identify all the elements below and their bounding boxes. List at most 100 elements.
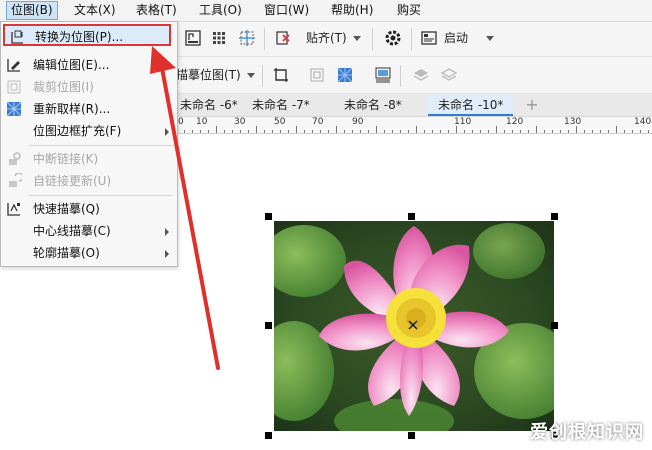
selection-handle[interactable] <box>408 432 415 439</box>
ruler-tick <box>592 130 593 133</box>
ruler-tick <box>360 130 361 133</box>
ruler-tick <box>600 130 601 133</box>
menu-item-label: 编辑位图(E)... <box>33 58 110 72</box>
ruler-tick <box>408 130 409 133</box>
resample-icon[interactable] <box>306 64 328 86</box>
menu-help[interactable]: 帮助(H) <box>327 2 377 19</box>
menu-item-label: 重新取样(R)... <box>33 102 111 116</box>
quick-trace-icon <box>6 201 22 217</box>
ruler-tick <box>288 130 289 133</box>
ruler-label: 130 <box>564 117 582 127</box>
ruler-tick <box>512 130 513 133</box>
ruler-tick <box>576 126 577 133</box>
ruler-tick <box>536 126 537 133</box>
snap-to-label: 贴齐(T) <box>306 31 347 45</box>
watermark-text: 爱创根知识网 <box>530 422 644 443</box>
selection-handle[interactable] <box>551 213 558 220</box>
ruler-label: 50 <box>274 117 286 127</box>
menubar: 位图(B) 文本(X) 表格(T) 工具(O) 窗口(W) 帮助(H) 购买 <box>0 0 652 22</box>
menu-table[interactable]: 表格(T) <box>132 2 181 19</box>
selection-handle[interactable] <box>551 322 558 329</box>
break-link-icon <box>6 151 22 167</box>
menu-bitmap[interactable]: 位图(B) <box>6 1 58 20</box>
launch-dropdown[interactable]: 启动 <box>444 27 495 49</box>
ruler-tick <box>640 130 641 133</box>
ruler-tick <box>336 126 337 133</box>
selection-handle[interactable] <box>408 213 415 220</box>
ruler-tick <box>624 130 625 133</box>
menu-item-label: 裁剪位图(I) <box>33 80 94 94</box>
ruler-tick <box>352 130 353 133</box>
selection-handle[interactable] <box>265 322 272 329</box>
menu-item-label: 转换为位图(P)... <box>35 30 124 44</box>
red-annotation-arrow <box>150 46 220 370</box>
bitmap-pattern-icon[interactable] <box>334 64 356 86</box>
ruler-tick <box>328 130 329 133</box>
menu-window[interactable]: 窗口(W) <box>260 2 313 19</box>
menu-buy[interactable]: 购买 <box>393 2 425 19</box>
snap-off-icon[interactable] <box>272 27 294 49</box>
toolbar-separator <box>400 65 401 87</box>
menu-tools[interactable]: 工具(O) <box>195 2 246 19</box>
ruler-tick <box>456 126 457 133</box>
toolbar-separator <box>411 28 412 50</box>
crop-bitmap-icon[interactable] <box>270 64 292 86</box>
ruler-tick <box>488 130 489 133</box>
menu-item-label: 自链接更新(U) <box>33 174 112 188</box>
ruler-tick <box>400 130 401 133</box>
lotus-photo[interactable] <box>274 221 554 431</box>
ruler-tick <box>616 126 617 133</box>
layers-icon[interactable] <box>410 64 432 86</box>
ruler-tick <box>448 130 449 133</box>
tab-document-8[interactable]: 未命名 -8* <box>340 94 406 116</box>
ruler-tick <box>272 130 273 133</box>
ruler-tick <box>264 130 265 133</box>
selection-handle[interactable] <box>265 432 272 439</box>
ruler-tick <box>632 130 633 133</box>
ruler-tick <box>256 126 257 133</box>
ruler-tick <box>648 130 649 133</box>
add-tab-icon[interactable]: + <box>524 97 540 113</box>
tab-document-7[interactable]: 未命名 -7* <box>248 94 314 116</box>
convert-bitmap-icon <box>10 29 26 45</box>
crop-icon <box>6 79 22 95</box>
ruler-tick <box>384 130 385 133</box>
ruler-tick <box>392 130 393 133</box>
ruler-tick <box>376 126 377 133</box>
snap-to-dropdown[interactable]: 贴齐(T) <box>306 27 361 49</box>
menu-item-label: 中心线描摹(C) <box>33 224 111 238</box>
ruler-tick <box>504 130 505 133</box>
ruler-tick <box>416 126 417 133</box>
ruler-tick <box>312 130 313 133</box>
launch-app-icon[interactable] <box>418 27 440 49</box>
ruler-tick <box>344 130 345 133</box>
edit-bitmap-icon <box>6 57 22 73</box>
ruler-tick <box>496 126 497 133</box>
options-gear-icon[interactable] <box>382 27 404 49</box>
horizontal-ruler[interactable]: 0 10 30 50 70 90 110 120 130 140 <box>176 117 652 134</box>
ruler-label: 140 <box>634 117 652 127</box>
selection-handle[interactable] <box>265 213 272 220</box>
layers-outline-icon[interactable] <box>438 64 460 86</box>
resample-bitmap-icon <box>6 101 22 117</box>
ruler-tick <box>368 130 369 133</box>
ruler-tick <box>584 130 585 133</box>
menu-item-label: 位图边框扩充(F) <box>33 124 122 138</box>
menu-item-label: 快速描摹(Q) <box>33 202 100 216</box>
ruler-label: 90 <box>352 117 364 127</box>
menu-item-label: 中断链接(K) <box>33 152 99 166</box>
ruler-tick <box>552 130 553 133</box>
ruler-tick <box>320 130 321 133</box>
toolbar-separator <box>372 28 373 50</box>
update-link-icon <box>6 172 24 189</box>
ruler-tick <box>280 130 281 133</box>
ruler-label: 70 <box>312 117 324 127</box>
bitmap-mask-icon[interactable] <box>372 64 394 86</box>
ruler-tick <box>560 130 561 133</box>
menu-text[interactable]: 文本(X) <box>70 2 120 19</box>
ruler-tick <box>568 130 569 133</box>
tab-document-10[interactable]: 未命名 -10* <box>428 94 514 116</box>
menu-item-label: 轮廓描摹(O) <box>33 246 100 260</box>
ruler-tick <box>304 130 305 133</box>
toolbar-separator <box>262 65 263 87</box>
